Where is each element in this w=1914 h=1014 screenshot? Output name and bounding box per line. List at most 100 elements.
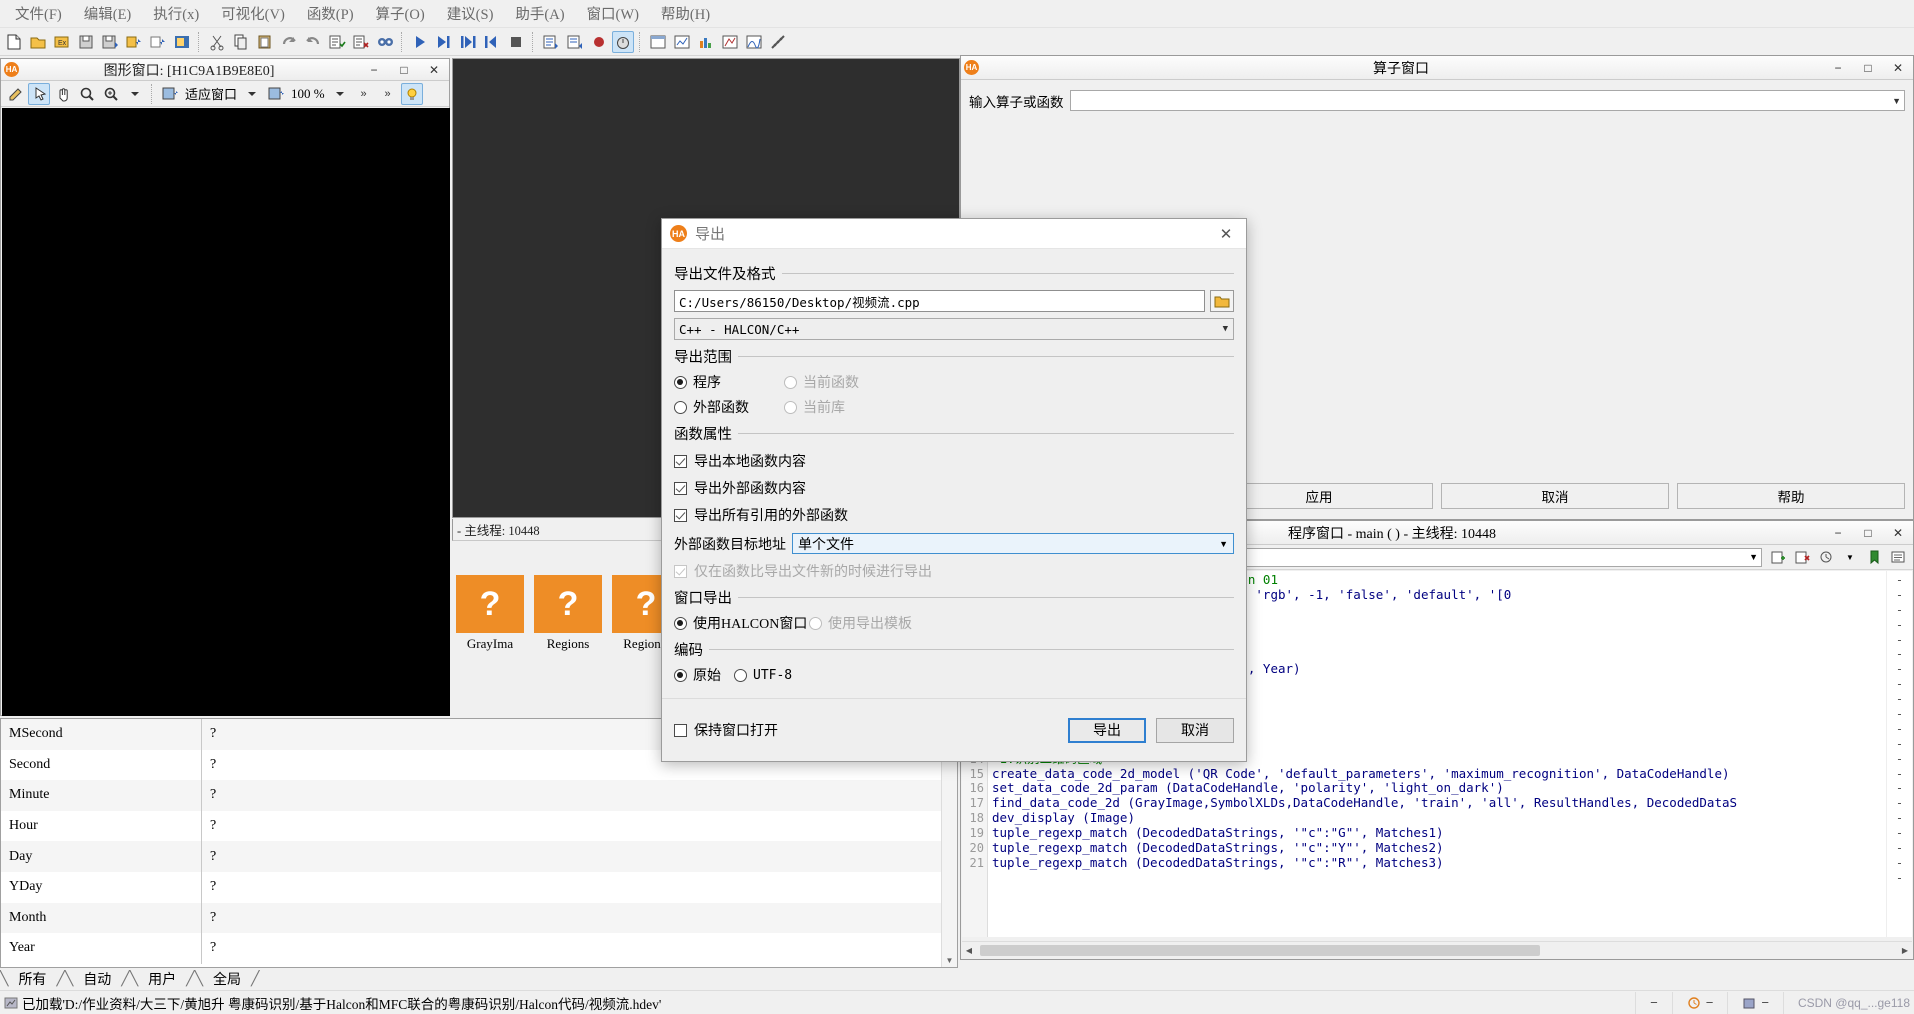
radio-encoding-utf8[interactable]: UTF-8 xyxy=(734,668,792,683)
scroll-left-icon[interactable]: ◀ xyxy=(962,943,976,958)
table-row[interactable]: Hour ? xyxy=(1,810,957,842)
checkbox-keep-window-open[interactable]: 保持窗口打开 xyxy=(674,720,778,740)
cut-icon[interactable] xyxy=(206,31,228,53)
minimize-icon[interactable]: − xyxy=(1823,58,1853,78)
list-item[interactable]: ? GrayIma xyxy=(454,575,526,660)
import-icon[interactable] xyxy=(123,31,145,53)
help-button[interactable]: 帮助 xyxy=(1677,483,1905,509)
chevron-down-icon[interactable]: ▼ xyxy=(1219,539,1228,549)
graphics-canvas[interactable] xyxy=(2,108,450,716)
measure-icon[interactable] xyxy=(767,31,789,53)
fit-window-icon[interactable] xyxy=(159,83,181,105)
reset-program-icon[interactable] xyxy=(540,31,562,53)
export-path-input[interactable]: C:/Users/86150/Desktop/视频流.cpp xyxy=(674,290,1205,312)
edit-draw-icon[interactable] xyxy=(4,83,26,105)
minimize-icon[interactable]: − xyxy=(359,60,389,80)
list-view-icon[interactable] xyxy=(1887,546,1909,568)
tab-all[interactable]: 所有 xyxy=(8,969,56,989)
select-arrow-icon[interactable] xyxy=(28,82,50,105)
checkbox-export-local-procedures[interactable]: 导出本地函数内容 xyxy=(674,451,1234,471)
menu-edit[interactable]: 编辑(E) xyxy=(73,0,143,27)
step-over-icon[interactable] xyxy=(433,31,455,53)
table-row[interactable]: Month ? xyxy=(1,902,957,934)
find-icon[interactable] xyxy=(374,31,396,53)
scroll-down-icon[interactable]: ▼ xyxy=(942,956,957,965)
graphics-window-icon[interactable] xyxy=(671,31,693,53)
pan-hand-icon[interactable] xyxy=(52,83,74,105)
step-out-icon[interactable] xyxy=(481,31,503,53)
tab-global[interactable]: 全局 xyxy=(203,969,251,989)
redo-icon[interactable] xyxy=(302,31,324,53)
table-row[interactable]: Year ? xyxy=(1,933,957,964)
clock-dropdown-icon[interactable]: ▼ xyxy=(1839,546,1861,568)
bookmark-icon[interactable] xyxy=(1863,546,1885,568)
radio-encoding-original[interactable]: 原始 xyxy=(674,665,734,685)
menu-visualize[interactable]: 可视化(V) xyxy=(210,0,296,27)
clock-icon[interactable] xyxy=(1815,546,1837,568)
copy-icon[interactable] xyxy=(230,31,252,53)
maximize-icon[interactable]: □ xyxy=(1853,523,1883,543)
paste-icon[interactable] xyxy=(254,31,276,53)
open-program-icon[interactable] xyxy=(27,31,49,53)
zoom-icon[interactable] xyxy=(76,83,98,105)
cancel-button[interactable]: 取消 xyxy=(1156,717,1234,743)
profile-icon[interactable] xyxy=(743,31,765,53)
menu-window[interactable]: 窗口(W) xyxy=(576,0,650,27)
checkbox-export-external-procedures[interactable]: 导出外部函数内容 xyxy=(674,478,1234,498)
close-icon[interactable]: ✕ xyxy=(419,60,449,80)
close-icon[interactable]: ✕ xyxy=(1883,523,1913,543)
menu-procedures[interactable]: 函数(P) xyxy=(296,0,365,27)
checkbox-export-all-referenced[interactable]: 导出所有引用的外部函数 xyxy=(674,505,1234,525)
zoom-in-icon[interactable] xyxy=(100,83,122,105)
export-icon[interactable] xyxy=(147,31,169,53)
run-icon[interactable] xyxy=(409,31,431,53)
menu-help[interactable]: 帮助(H) xyxy=(650,0,721,27)
chevron-down-icon[interactable]: ▼ xyxy=(1749,552,1758,562)
menu-file[interactable]: 文件(F) xyxy=(4,0,73,27)
variable-window-icon[interactable] xyxy=(647,31,669,53)
table-row[interactable]: Minute ? xyxy=(1,780,957,811)
save-icon[interactable] xyxy=(75,31,97,53)
operator-input[interactable]: ▼ xyxy=(1069,90,1905,111)
zoom-dropdown-icon[interactable] xyxy=(124,83,146,105)
radio-scope-program[interactable]: 程序 xyxy=(674,372,784,392)
table-row[interactable]: YDay ? xyxy=(1,871,957,903)
radio-scope-external-procedures[interactable]: 外部函数 xyxy=(674,397,784,417)
fit-window-label[interactable]: 适应窗口 xyxy=(185,84,237,103)
menu-assistants[interactable]: 助手(A) xyxy=(504,0,575,27)
open-example-icon[interactable]: Ex xyxy=(51,31,73,53)
save-as-icon[interactable] xyxy=(99,31,121,53)
scroll-thumb[interactable] xyxy=(980,944,1540,956)
table-row[interactable]: Day ? xyxy=(1,841,957,872)
chevron-down-icon[interactable]: ▼ xyxy=(1223,324,1228,334)
export-format-select[interactable]: C++ - HALCON/C++ ▼ xyxy=(674,318,1234,340)
zoom-level-label[interactable]: 100 % xyxy=(291,86,325,102)
code-horizontal-scrollbar[interactable]: ◀ ▶ xyxy=(962,941,1912,958)
maximize-icon[interactable]: □ xyxy=(1853,58,1883,78)
close-icon[interactable]: ✕ xyxy=(1206,220,1246,248)
tab-auto[interactable]: 自动 xyxy=(73,969,121,989)
toolbar-overflow-icon[interactable]: » xyxy=(353,83,375,105)
close-icon[interactable]: ✕ xyxy=(1883,58,1913,78)
cancel-button[interactable]: 取消 xyxy=(1441,483,1669,509)
maximize-icon[interactable]: □ xyxy=(389,60,419,80)
radio-use-halcon-window[interactable]: 使用HALCON窗口 xyxy=(674,613,809,633)
external-target-select[interactable]: 单个文件 ▼ xyxy=(792,533,1234,554)
uncomment-icon[interactable] xyxy=(350,31,372,53)
tab-user[interactable]: 用户 xyxy=(138,969,186,989)
new-procedure-icon[interactable] xyxy=(1767,546,1789,568)
histogram-icon[interactable] xyxy=(695,31,717,53)
delete-procedure-icon[interactable] xyxy=(1791,546,1813,568)
menu-execute[interactable]: 执行(x) xyxy=(142,0,210,27)
fit-dropdown-icon[interactable] xyxy=(241,83,263,105)
new-program-icon[interactable] xyxy=(3,31,25,53)
stop-icon[interactable] xyxy=(505,31,527,53)
scroll-right-icon[interactable]: ▶ xyxy=(1898,943,1912,958)
export-button[interactable]: 导出 xyxy=(1068,717,1146,743)
list-item[interactable]: ? Regions xyxy=(532,575,604,660)
toolbar-overflow2-icon[interactable]: » xyxy=(377,83,399,105)
step-into-icon[interactable] xyxy=(457,31,479,53)
continue-icon[interactable] xyxy=(564,31,586,53)
undo-icon[interactable] xyxy=(278,31,300,53)
lightbulb-icon[interactable] xyxy=(400,82,423,105)
